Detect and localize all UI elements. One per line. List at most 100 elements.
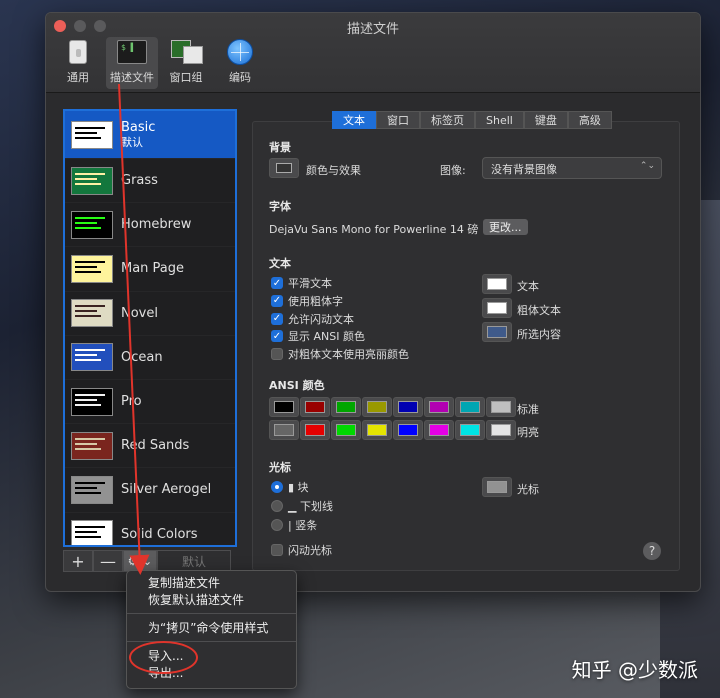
profile-item[interactable]: Silver Aerogel bbox=[65, 468, 235, 513]
profile-item[interactable]: Novel bbox=[65, 292, 235, 336]
profile-preview-icon bbox=[71, 254, 113, 283]
tab-tabs[interactable]: 标签页 bbox=[420, 111, 475, 129]
menu-item-use-settings-for-copy[interactable]: 为“拷贝”命令使用样式 bbox=[127, 619, 296, 636]
background-image-value: 没有背景图像 bbox=[491, 163, 557, 176]
radio-dot bbox=[271, 500, 283, 512]
toolbar-encodings[interactable]: 编码 bbox=[214, 37, 266, 89]
cursor-style-radio[interactable]: | 竖条 bbox=[271, 517, 317, 533]
cursor-style-radio[interactable]: ▁ 下划线 bbox=[271, 498, 333, 514]
tab-text[interactable]: 文本 bbox=[332, 111, 376, 129]
text-option-label: 显示 ANSI 颜色 bbox=[288, 330, 365, 344]
profile-preview-icon bbox=[71, 520, 113, 545]
tab-keyboard[interactable]: 键盘 bbox=[523, 111, 568, 129]
remove-profile-button[interactable]: — bbox=[93, 550, 123, 572]
tab-advanced[interactable]: 高级 bbox=[567, 111, 612, 129]
text-option-label: 对粗体文本使用亮丽颜色 bbox=[288, 348, 409, 362]
text-option-label: 平滑文本 bbox=[288, 277, 332, 290]
profile-item[interactable]: Red Sands bbox=[65, 424, 235, 469]
set-default-button[interactable]: 默认 bbox=[157, 550, 231, 572]
settings-tabs: 文本 窗口 标签页 Shell 键盘 高级 bbox=[332, 111, 612, 129]
text-option-checkbox[interactable]: ✓ 平滑文本 bbox=[271, 275, 332, 291]
text-color-button[interactable] bbox=[482, 322, 512, 342]
ansi-color-swatch[interactable] bbox=[486, 397, 516, 417]
profile-item[interactable]: Man Page bbox=[65, 247, 235, 292]
profile-item[interactable]: Solid Colors bbox=[65, 513, 235, 545]
profile-item[interactable]: Basic 默认 bbox=[65, 111, 235, 159]
profile-name: Man Page bbox=[121, 261, 185, 277]
profile-actions-gear-button[interactable]: ⚙ ⌄ bbox=[123, 550, 157, 572]
watermark: 知乎 @少数派 bbox=[571, 658, 698, 682]
text-option-label: 使用粗体字 bbox=[288, 294, 343, 308]
profile-item[interactable]: Grass bbox=[65, 159, 235, 204]
cursor-style-label: ▁ 下划线 bbox=[288, 500, 333, 513]
ansi-color-swatch[interactable] bbox=[455, 420, 485, 440]
ansi-color-swatch[interactable] bbox=[393, 420, 423, 440]
menu-item-restore-default-profiles[interactable]: 恢复默认描述文件 bbox=[127, 591, 296, 608]
ansi-color-swatch[interactable] bbox=[300, 420, 330, 440]
text-color-label: 文本 bbox=[517, 280, 539, 293]
profile-preview-icon bbox=[71, 475, 113, 504]
ansi-section-title: ANSI 颜色 bbox=[269, 379, 325, 392]
text-option-checkbox[interactable]: ✓ 显示 ANSI 颜色 bbox=[271, 328, 365, 344]
updown-chevron-icon: ⌃⌄ bbox=[639, 161, 655, 171]
ansi-color-swatch[interactable] bbox=[269, 397, 299, 417]
cursor-color-button[interactable] bbox=[482, 477, 512, 497]
help-button[interactable]: ? bbox=[643, 542, 661, 560]
profile-preview-icon bbox=[71, 120, 113, 149]
cursor-style-radio[interactable]: ▮ 块 bbox=[271, 479, 309, 495]
ansi-color-swatch[interactable] bbox=[331, 420, 361, 440]
cursor-style-label: | 竖条 bbox=[288, 519, 318, 532]
ansi-color-swatch[interactable] bbox=[331, 397, 361, 417]
text-option-checkbox[interactable]: ✓ 使用粗体字 bbox=[271, 293, 343, 309]
preferences-window: 描述文件 通用 描述文件 窗口组 编码 Basic默认GrassHomebrew… bbox=[45, 12, 701, 592]
profile-name: Solid Colors bbox=[121, 526, 198, 542]
background-color-button[interactable] bbox=[269, 158, 299, 178]
image-label: 图像: bbox=[440, 164, 466, 177]
blink-cursor-checkbox[interactable]: 闪动光标 bbox=[271, 542, 332, 558]
profile-item[interactable]: Pro bbox=[65, 380, 235, 425]
ansi-color-swatch[interactable] bbox=[424, 420, 454, 440]
ansi-color-swatch[interactable] bbox=[393, 397, 423, 417]
menu-separator bbox=[127, 613, 296, 614]
background-section-title: 背景 bbox=[269, 141, 291, 154]
ansi-color-swatch[interactable] bbox=[424, 397, 454, 417]
menu-item-duplicate-profile[interactable]: 复制描述文件 bbox=[127, 574, 296, 591]
background-image-select[interactable]: 没有背景图像 ⌃⌄ bbox=[482, 157, 662, 179]
toolbar-general[interactable]: 通用 bbox=[52, 37, 104, 89]
preferences-toolbar: 通用 描述文件 窗口组 编码 bbox=[52, 37, 266, 89]
font-value: DejaVu Sans Mono for Powerline 14 磅 bbox=[269, 223, 479, 236]
profile-name: Homebrew bbox=[121, 217, 192, 233]
tab-window[interactable]: 窗口 bbox=[376, 111, 420, 129]
text-color-button[interactable] bbox=[482, 298, 512, 318]
ansi-color-swatch[interactable] bbox=[269, 420, 299, 440]
profile-preview-icon bbox=[71, 299, 113, 328]
text-color-button[interactable] bbox=[482, 274, 512, 294]
checkmark-icon: ✓ bbox=[271, 312, 283, 325]
toolbar-profiles[interactable]: 描述文件 bbox=[106, 37, 158, 89]
text-section-title: 文本 bbox=[269, 257, 291, 270]
profile-default-tag: 默认 bbox=[121, 135, 143, 149]
ansi-color-swatch[interactable] bbox=[362, 397, 392, 417]
ansi-color-swatch[interactable] bbox=[362, 420, 392, 440]
checkmark-icon: ✓ bbox=[271, 294, 283, 307]
cursor-color-label: 光标 bbox=[517, 483, 539, 496]
cursor-style-label: ▮ 块 bbox=[288, 481, 309, 494]
ansi-color-swatch[interactable] bbox=[486, 420, 516, 440]
profile-list[interactable]: Basic 默认 Grass Homebrew Man Page Novel Ocean Pr… bbox=[63, 109, 237, 547]
profile-preview-icon bbox=[71, 166, 113, 195]
profile-item[interactable]: Ocean bbox=[65, 336, 235, 380]
profile-name: Novel bbox=[121, 305, 158, 321]
profile-preview-icon bbox=[71, 387, 113, 416]
ansi-color-swatch[interactable] bbox=[300, 397, 330, 417]
profile-item[interactable]: Homebrew bbox=[65, 203, 235, 248]
text-option-checkbox[interactable]: ✓ 允许闪动文本 bbox=[271, 311, 354, 327]
profile-name: Basic bbox=[121, 119, 156, 135]
toolbar-window-groups[interactable]: 窗口组 bbox=[160, 37, 212, 89]
text-option-label: 允许闪动文本 bbox=[288, 312, 354, 326]
tab-shell[interactable]: Shell bbox=[475, 111, 524, 129]
ansi-normal-label: 标准 bbox=[517, 403, 539, 416]
add-profile-button[interactable]: + bbox=[63, 550, 93, 572]
change-font-button[interactable]: 更改... bbox=[483, 219, 528, 235]
text-option-checkbox[interactable]: 对粗体文本使用亮丽颜色 bbox=[271, 346, 409, 362]
ansi-color-swatch[interactable] bbox=[455, 397, 485, 417]
